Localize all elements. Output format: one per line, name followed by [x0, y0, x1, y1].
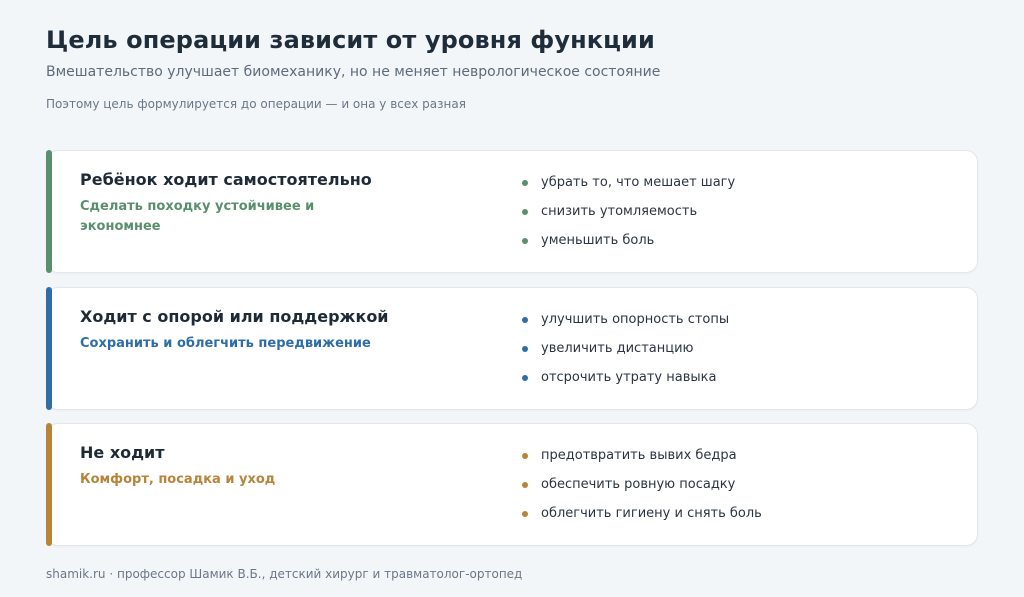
list-item-text: убрать то, что мешает шагу: [541, 175, 736, 190]
page: Цель операции зависит от уровня функции …: [0, 0, 1024, 597]
card-goal: Комфорт, посадка и уход: [80, 472, 276, 487]
list-item: увеличить дистанцию: [521, 339, 729, 368]
bullet-icon: [522, 209, 528, 215]
list-item: облегчить гигиену и снять боль: [521, 504, 762, 533]
list-item-text: увеличить дистанцию: [541, 341, 694, 356]
accent-bar: [46, 423, 52, 546]
bullet-icon: [522, 482, 528, 488]
list-item-text: снизить утомляемость: [541, 204, 698, 219]
card-heading: Не ходит: [80, 443, 165, 462]
list-item: убрать то, что мешает шагу: [521, 173, 735, 202]
list-item: снизить утомляемость: [521, 202, 735, 231]
goal-list: улучшить опорность стопы увеличить диста…: [521, 310, 729, 397]
bullet-icon: [522, 511, 528, 517]
card-goal: Сделать походку устойчивее и экономнее: [80, 199, 315, 234]
bullet-icon: [522, 346, 528, 352]
list-item-text: облегчить гигиену и снять боль: [541, 506, 762, 521]
card-non-ambulatory: Не ходит Комфорт, посадка и уход предотв…: [46, 423, 978, 546]
list-item: уменьшить боль: [521, 231, 735, 260]
card-walks-with-support: Ходит с опорой или поддержкой Сохранить …: [46, 287, 978, 410]
goal-list: убрать то, что мешает шагу снизить утомл…: [521, 173, 735, 260]
card-heading: Ребёнок ходит самостоятельно: [80, 170, 372, 189]
footer-credit: shamik.ru · профессор Шамик В.Б., детски…: [46, 567, 523, 581]
accent-bar: [46, 287, 52, 410]
list-item: предотвратить вывих бедра: [521, 446, 762, 475]
card-walks-independently: Ребёнок ходит самостоятельно Сделать пох…: [46, 150, 978, 273]
accent-bar: [46, 150, 52, 273]
bullet-icon: [522, 180, 528, 186]
list-item-text: улучшить опорность стопы: [541, 312, 730, 327]
bullet-icon: [522, 238, 528, 244]
list-item: отсрочить утрату навыка: [521, 368, 729, 397]
card-heading: Ходит с опорой или поддержкой: [80, 307, 389, 326]
page-note: Поэтому цель формулируется до операции —…: [46, 97, 466, 111]
list-item-text: предотвратить вывих бедра: [541, 448, 737, 463]
list-item: улучшить опорность стопы: [521, 310, 729, 339]
card-goal: Сохранить и облегчить передвижение: [80, 336, 371, 351]
list-item: обеспечить ровную посадку: [521, 475, 762, 504]
bullet-icon: [522, 317, 528, 323]
bullet-icon: [522, 375, 528, 381]
list-item-text: отсрочить утрату навыка: [541, 370, 717, 385]
goal-list: предотвратить вывих бедра обеспечить ров…: [521, 446, 762, 533]
bullet-icon: [522, 453, 528, 459]
page-subtitle: Вмешательство улучшает биомеханику, но н…: [46, 64, 661, 80]
list-item-text: уменьшить боль: [541, 233, 655, 248]
page-title: Цель операции зависит от уровня функции: [46, 26, 655, 54]
list-item-text: обеспечить ровную посадку: [541, 477, 736, 492]
